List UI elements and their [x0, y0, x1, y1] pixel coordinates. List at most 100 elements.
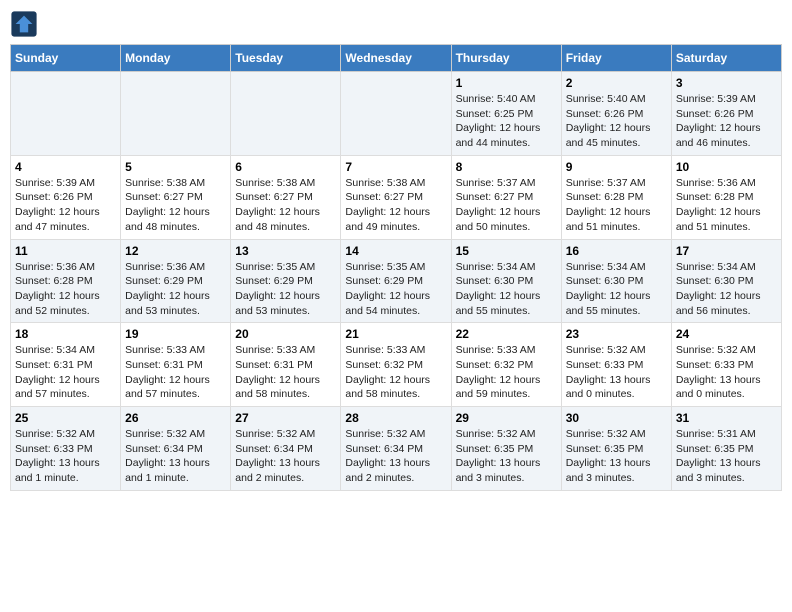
day-content: Sunrise: 5:39 AM Sunset: 6:26 PM Dayligh… — [676, 92, 777, 151]
day-number: 20 — [235, 327, 336, 341]
day-number: 17 — [676, 244, 777, 258]
day-content: Sunrise: 5:35 AM Sunset: 6:29 PM Dayligh… — [345, 260, 446, 319]
day-content: Sunrise: 5:32 AM Sunset: 6:33 PM Dayligh… — [15, 427, 116, 486]
calendar-cell: 16 Sunrise: 5:34 AM Sunset: 6:30 PM Dayli… — [561, 239, 671, 323]
day-number: 2 — [566, 76, 667, 90]
day-header-thursday: Thursday — [451, 45, 561, 72]
day-content: Sunrise: 5:34 AM Sunset: 6:31 PM Dayligh… — [15, 343, 116, 402]
calendar-cell: 15 Sunrise: 5:34 AM Sunset: 6:30 PM Dayli… — [451, 239, 561, 323]
day-header-sunday: Sunday — [11, 45, 121, 72]
week-row-1: 1 Sunrise: 5:40 AM Sunset: 6:25 PM Daylig… — [11, 72, 782, 156]
calendar-cell: 11 Sunrise: 5:36 AM Sunset: 6:28 PM Dayli… — [11, 239, 121, 323]
logo — [10, 10, 42, 38]
calendar-cell: 27 Sunrise: 5:32 AM Sunset: 6:34 PM Dayli… — [231, 407, 341, 491]
day-content: Sunrise: 5:38 AM Sunset: 6:27 PM Dayligh… — [125, 176, 226, 235]
day-number: 3 — [676, 76, 777, 90]
day-number: 28 — [345, 411, 446, 425]
day-header-saturday: Saturday — [671, 45, 781, 72]
logo-icon — [10, 10, 38, 38]
header — [10, 10, 782, 38]
calendar-cell: 24 Sunrise: 5:32 AM Sunset: 6:33 PM Dayli… — [671, 323, 781, 407]
day-content: Sunrise: 5:40 AM Sunset: 6:25 PM Dayligh… — [456, 92, 557, 151]
calendar-cell: 18 Sunrise: 5:34 AM Sunset: 6:31 PM Dayli… — [11, 323, 121, 407]
day-content: Sunrise: 5:32 AM Sunset: 6:35 PM Dayligh… — [566, 427, 667, 486]
calendar-cell: 1 Sunrise: 5:40 AM Sunset: 6:25 PM Daylig… — [451, 72, 561, 156]
day-content: Sunrise: 5:34 AM Sunset: 6:30 PM Dayligh… — [456, 260, 557, 319]
day-content: Sunrise: 5:33 AM Sunset: 6:31 PM Dayligh… — [235, 343, 336, 402]
day-content: Sunrise: 5:34 AM Sunset: 6:30 PM Dayligh… — [676, 260, 777, 319]
day-number: 7 — [345, 160, 446, 174]
day-number: 27 — [235, 411, 336, 425]
calendar-cell: 25 Sunrise: 5:32 AM Sunset: 6:33 PM Dayli… — [11, 407, 121, 491]
calendar-cell: 10 Sunrise: 5:36 AM Sunset: 6:28 PM Dayli… — [671, 155, 781, 239]
day-content: Sunrise: 5:36 AM Sunset: 6:28 PM Dayligh… — [676, 176, 777, 235]
day-number: 14 — [345, 244, 446, 258]
day-number: 30 — [566, 411, 667, 425]
day-header-monday: Monday — [121, 45, 231, 72]
calendar-cell: 4 Sunrise: 5:39 AM Sunset: 6:26 PM Daylig… — [11, 155, 121, 239]
calendar-cell: 3 Sunrise: 5:39 AM Sunset: 6:26 PM Daylig… — [671, 72, 781, 156]
day-number: 15 — [456, 244, 557, 258]
calendar-cell: 21 Sunrise: 5:33 AM Sunset: 6:32 PM Dayli… — [341, 323, 451, 407]
calendar-cell: 29 Sunrise: 5:32 AM Sunset: 6:35 PM Dayli… — [451, 407, 561, 491]
week-row-2: 4 Sunrise: 5:39 AM Sunset: 6:26 PM Daylig… — [11, 155, 782, 239]
day-content: Sunrise: 5:40 AM Sunset: 6:26 PM Dayligh… — [566, 92, 667, 151]
day-content: Sunrise: 5:31 AM Sunset: 6:35 PM Dayligh… — [676, 427, 777, 486]
day-number: 11 — [15, 244, 116, 258]
calendar-cell: 26 Sunrise: 5:32 AM Sunset: 6:34 PM Dayli… — [121, 407, 231, 491]
day-content: Sunrise: 5:36 AM Sunset: 6:28 PM Dayligh… — [15, 260, 116, 319]
calendar-cell — [11, 72, 121, 156]
day-number: 19 — [125, 327, 226, 341]
day-content: Sunrise: 5:39 AM Sunset: 6:26 PM Dayligh… — [15, 176, 116, 235]
calendar-cell — [231, 72, 341, 156]
day-content: Sunrise: 5:38 AM Sunset: 6:27 PM Dayligh… — [345, 176, 446, 235]
day-header-friday: Friday — [561, 45, 671, 72]
calendar-cell: 28 Sunrise: 5:32 AM Sunset: 6:34 PM Dayli… — [341, 407, 451, 491]
day-content: Sunrise: 5:32 AM Sunset: 6:34 PM Dayligh… — [235, 427, 336, 486]
day-number: 6 — [235, 160, 336, 174]
calendar-cell: 8Sunrise: 5:37 AM Sunset: 6:27 PM Daylig… — [451, 155, 561, 239]
day-number: 29 — [456, 411, 557, 425]
week-row-4: 18 Sunrise: 5:34 AM Sunset: 6:31 PM Dayli… — [11, 323, 782, 407]
day-content: Sunrise: 5:37 AM Sunset: 6:28 PM Dayligh… — [566, 176, 667, 235]
header-row: SundayMondayTuesdayWednesdayThursdayFrid… — [11, 45, 782, 72]
calendar-cell: 5Sunrise: 5:38 AM Sunset: 6:27 PM Daylig… — [121, 155, 231, 239]
day-number: 26 — [125, 411, 226, 425]
day-content: Sunrise: 5:32 AM Sunset: 6:34 PM Dayligh… — [345, 427, 446, 486]
day-number: 12 — [125, 244, 226, 258]
day-content: Sunrise: 5:33 AM Sunset: 6:32 PM Dayligh… — [456, 343, 557, 402]
day-number: 10 — [676, 160, 777, 174]
day-number: 31 — [676, 411, 777, 425]
day-content: Sunrise: 5:33 AM Sunset: 6:31 PM Dayligh… — [125, 343, 226, 402]
calendar-table: SundayMondayTuesdayWednesdayThursdayFrid… — [10, 44, 782, 491]
day-number: 1 — [456, 76, 557, 90]
day-content: Sunrise: 5:32 AM Sunset: 6:34 PM Dayligh… — [125, 427, 226, 486]
week-row-5: 25 Sunrise: 5:32 AM Sunset: 6:33 PM Dayli… — [11, 407, 782, 491]
day-header-wednesday: Wednesday — [341, 45, 451, 72]
day-number: 25 — [15, 411, 116, 425]
calendar-cell — [341, 72, 451, 156]
day-number: 21 — [345, 327, 446, 341]
day-number: 23 — [566, 327, 667, 341]
calendar-cell: 30 Sunrise: 5:32 AM Sunset: 6:35 PM Dayli… — [561, 407, 671, 491]
calendar-cell: 14 Sunrise: 5:35 AM Sunset: 6:29 PM Dayli… — [341, 239, 451, 323]
day-content: Sunrise: 5:38 AM Sunset: 6:27 PM Dayligh… — [235, 176, 336, 235]
day-content: Sunrise: 5:32 AM Sunset: 6:33 PM Dayligh… — [676, 343, 777, 402]
day-number: 8 — [456, 160, 557, 174]
calendar-cell: 13Sunrise: 5:35 AM Sunset: 6:29 PM Dayli… — [231, 239, 341, 323]
calendar-cell: 19 Sunrise: 5:33 AM Sunset: 6:31 PM Dayli… — [121, 323, 231, 407]
calendar-cell: 20 Sunrise: 5:33 AM Sunset: 6:31 PM Dayli… — [231, 323, 341, 407]
day-number: 13 — [235, 244, 336, 258]
calendar-cell — [121, 72, 231, 156]
day-content: Sunrise: 5:32 AM Sunset: 6:35 PM Dayligh… — [456, 427, 557, 486]
day-number: 18 — [15, 327, 116, 341]
calendar-cell: 17 Sunrise: 5:34 AM Sunset: 6:30 PM Dayli… — [671, 239, 781, 323]
calendar-cell: 9Sunrise: 5:37 AM Sunset: 6:28 PM Daylig… — [561, 155, 671, 239]
day-content: Sunrise: 5:32 AM Sunset: 6:33 PM Dayligh… — [566, 343, 667, 402]
day-content: Sunrise: 5:33 AM Sunset: 6:32 PM Dayligh… — [345, 343, 446, 402]
day-number: 4 — [15, 160, 116, 174]
day-header-tuesday: Tuesday — [231, 45, 341, 72]
day-content: Sunrise: 5:34 AM Sunset: 6:30 PM Dayligh… — [566, 260, 667, 319]
day-number: 24 — [676, 327, 777, 341]
day-number: 16 — [566, 244, 667, 258]
